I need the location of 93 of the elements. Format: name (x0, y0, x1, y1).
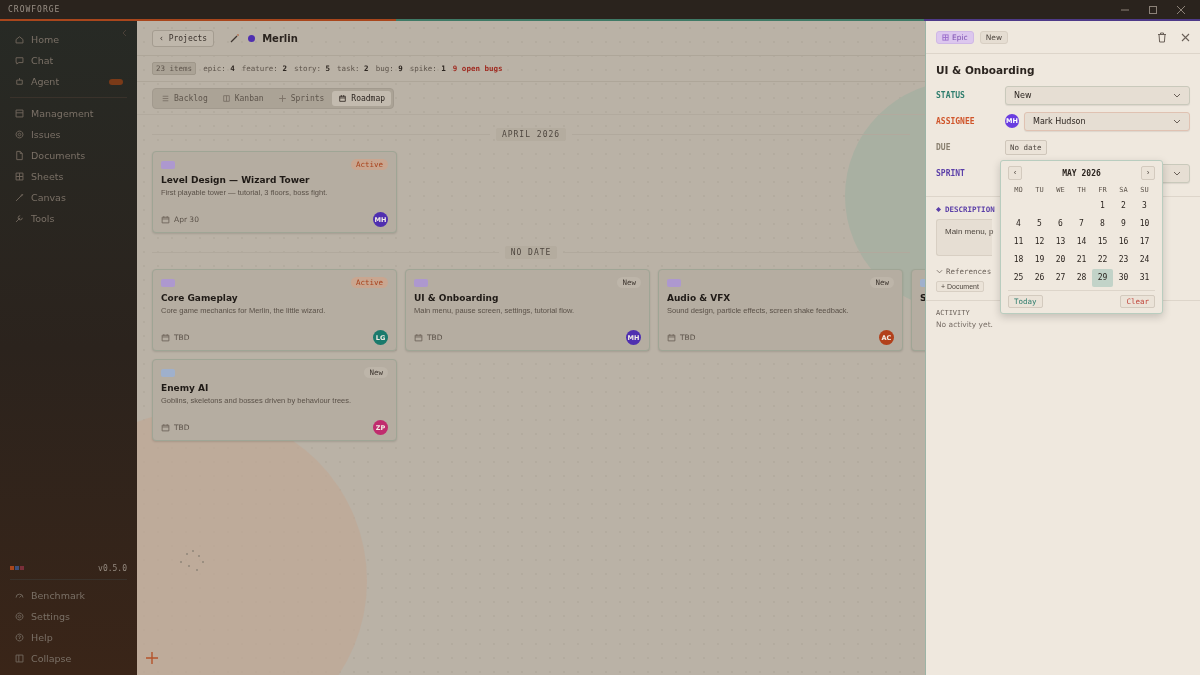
view-tab[interactable]: Roadmap (332, 90, 392, 106)
day-cell[interactable]: 11 (1008, 233, 1029, 251)
calendar-icon (161, 215, 170, 224)
day-cell[interactable]: 29 (1092, 269, 1113, 287)
field-label: ASSIGNEE (936, 116, 976, 126)
previous-month-button[interactable]: ‹ (1008, 166, 1022, 180)
card-title: Core Gameplay (161, 293, 239, 303)
day-cell[interactable]: 9 (1113, 215, 1134, 233)
plus-icon[interactable] (145, 651, 159, 665)
next-month-button[interactable]: › (1141, 166, 1155, 180)
day-cell[interactable]: 19 (1029, 251, 1050, 269)
help-icon (14, 632, 25, 643)
day-cell[interactable]: 31 (1134, 269, 1155, 287)
day-cell[interactable]: 24 (1134, 251, 1155, 269)
item-title: UI & Onboarding (936, 64, 1036, 76)
calendar-icon (667, 333, 676, 342)
trash-icon[interactable] (1157, 31, 1167, 43)
day-cell[interactable]: 23 (1113, 251, 1134, 269)
grid-icon (942, 33, 949, 41)
chevron-icon (1173, 118, 1181, 124)
calendar-icon (161, 333, 170, 342)
card-title: Enemy AI (161, 383, 210, 393)
day-cell[interactable]: 25 (1008, 269, 1029, 287)
gear-icon (14, 129, 25, 140)
board-icon (221, 93, 231, 103)
maximize-icon[interactable] (1148, 4, 1158, 15)
day-cell[interactable]: 14 (1071, 233, 1092, 251)
day-cell[interactable]: 12 (1029, 233, 1050, 251)
day-cell[interactable]: 1 (1092, 197, 1113, 215)
month-title: MAY 2026 (1062, 168, 1101, 178)
sprint-icon (277, 93, 287, 103)
day-cell[interactable]: 26 (1029, 269, 1050, 287)
select-field[interactable]: New (1005, 85, 1190, 105)
day-cell[interactable]: 22 (1092, 251, 1113, 269)
chat-icon (14, 55, 25, 66)
chevron-icon (1173, 92, 1181, 98)
robot-icon (14, 76, 25, 87)
wrench-icon (14, 213, 25, 224)
calendar-icon (161, 423, 170, 432)
day-cell[interactable]: 15 (1092, 233, 1113, 251)
day-cell[interactable]: 3 (1134, 197, 1155, 215)
close-icon[interactable] (1181, 32, 1190, 42)
card-title: UI & Onboarding (414, 293, 500, 303)
brush-icon (14, 192, 25, 203)
card-title: Audio & VFX (667, 293, 732, 303)
card-title: Level Design — Wizard Tower (161, 175, 311, 185)
diamond-icon (936, 207, 941, 212)
day-cell[interactable]: 17 (1134, 233, 1155, 251)
day-cell[interactable]: 21 (1071, 251, 1092, 269)
chevron-icon (936, 269, 943, 274)
theme-swatch[interactable] (15, 566, 19, 570)
collapse-icon (14, 653, 25, 664)
table-icon (14, 171, 25, 182)
project-name: Merlin (262, 32, 298, 44)
projects-button[interactable]: ‹ Projects (152, 29, 215, 47)
close-icon[interactable] (1176, 4, 1186, 15)
version-label: v0.5.0 (98, 563, 127, 573)
calendar-icon (338, 93, 348, 103)
home-icon (14, 34, 25, 45)
day-cell[interactable]: 30 (1113, 269, 1134, 287)
day-cell[interactable]: 6 (1050, 215, 1071, 233)
period-heading: NO DATE (504, 245, 558, 259)
day-cell[interactable]: 5 (1029, 215, 1050, 233)
period-heading: APRIL 2026 (495, 127, 567, 141)
day-cell[interactable]: 28 (1071, 269, 1092, 287)
theme-swatch[interactable] (20, 566, 24, 570)
field-label: STATUS (936, 90, 966, 100)
document-icon (14, 150, 25, 161)
gauge-icon (14, 590, 25, 601)
day-cell[interactable]: 16 (1113, 233, 1134, 251)
list-icon (161, 93, 170, 103)
theme-swatch[interactable] (10, 566, 14, 570)
field-label: SPRINT (936, 168, 966, 178)
calendar-icon (414, 333, 423, 342)
description-field[interactable]: Main menu, p (936, 219, 992, 256)
day-cell[interactable]: 10 (1134, 215, 1155, 233)
card-title: S (920, 293, 925, 303)
day-cell[interactable]: 18 (1008, 251, 1029, 269)
day-cell[interactable]: 4 (1008, 215, 1029, 233)
app-title: CROWFORGE (8, 5, 61, 14)
grid-icon (14, 108, 25, 119)
day-cell[interactable]: 2 (1113, 197, 1134, 215)
day-cell[interactable]: 13 (1050, 233, 1071, 251)
gear-icon (14, 611, 25, 622)
day-cell[interactable]: 8 (1092, 215, 1113, 233)
select-field[interactable]: Mark Hudson (1024, 111, 1190, 131)
day-cell[interactable]: 20 (1050, 251, 1071, 269)
roadmap-card[interactable]: S (911, 269, 925, 351)
field-label: DUE (936, 142, 952, 152)
day-cell[interactable]: 27 (1050, 269, 1071, 287)
chevron-icon[interactable] (121, 29, 129, 37)
day-cell[interactable]: 7 (1071, 215, 1092, 233)
chevron-icon (1173, 170, 1181, 176)
